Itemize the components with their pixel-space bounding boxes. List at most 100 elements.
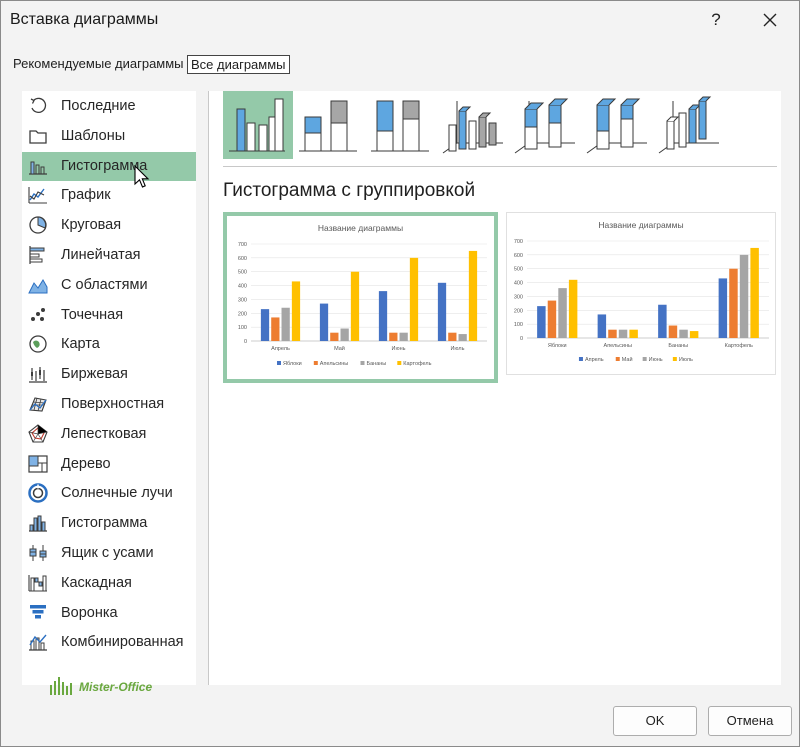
sidebar-item-waterfall-chart[interactable]: Каскадная xyxy=(22,569,196,598)
subtype-100-stacked-column[interactable] xyxy=(367,91,437,159)
subtype-3d-stacked-column[interactable] xyxy=(511,91,581,159)
bar xyxy=(291,281,301,341)
100-stacked-column-icon xyxy=(371,100,429,152)
sidebar-item-pie-chart[interactable]: Круговая xyxy=(22,211,196,240)
horizontal-divider xyxy=(223,166,777,167)
y-tick-label: 400 xyxy=(238,284,247,290)
subtype-stacked-column[interactable] xyxy=(295,91,365,159)
treemap-chart-icon xyxy=(28,454,48,473)
subtype-3d-100-stacked-column[interactable] xyxy=(583,91,653,159)
sidebar-item-box-whisker-chart[interactable]: Ящик с усами xyxy=(22,539,196,568)
sidebar-item-recent[interactable]: Последние xyxy=(22,92,196,121)
sidebar-item-label: Ящик с усами xyxy=(61,545,154,561)
x-tick-label: Бананы xyxy=(668,343,688,349)
bar xyxy=(718,278,728,338)
sidebar-item-sunburst-chart[interactable]: Солнечные лучи xyxy=(22,479,196,508)
x-tick-label: Июнь xyxy=(392,346,406,352)
sidebar-item-stock-chart[interactable]: Биржевая xyxy=(22,360,196,389)
y-tick-label: 0 xyxy=(244,339,247,345)
help-button[interactable]: ? xyxy=(701,5,731,35)
legend-swatch xyxy=(313,361,318,365)
sidebar-item-surface-chart[interactable]: Поверхностная xyxy=(22,390,196,419)
legend-swatch xyxy=(360,361,365,365)
sidebar-item-column-chart[interactable]: Гистограмма xyxy=(22,151,196,181)
subtype-3d-clustered-column[interactable] xyxy=(439,91,509,159)
chart-preview-2-svg: Название диаграммы 0 100 200 300 400 500 600 700… xyxy=(514,220,769,363)
bar xyxy=(679,329,688,338)
sidebar-item-label: Круговая xyxy=(61,217,122,234)
legend-label: Май xyxy=(622,356,633,363)
chart-title: Название диаграммы xyxy=(598,220,683,230)
y-tick-label: 600 xyxy=(514,253,523,259)
insert-chart-dialog: Вставка диаграммы ? Рекомендуемые диагра… xyxy=(0,0,800,747)
sidebar-item-label: Гистограмма xyxy=(61,515,148,532)
sidebar-item-combo-chart[interactable]: Комбинированная xyxy=(22,628,196,657)
radar-chart-icon xyxy=(28,424,48,443)
sidebar-item-scatter-chart[interactable]: Точечная xyxy=(22,301,196,330)
line-chart-icon xyxy=(28,187,47,204)
sidebar-item-histogram-chart[interactable]: Гистограмма xyxy=(22,509,196,538)
3d-column-icon xyxy=(658,96,719,154)
3d-100-stacked-column-icon xyxy=(586,98,647,154)
histogram-chart-icon xyxy=(29,515,47,532)
bar xyxy=(271,317,280,341)
close-icon[interactable] xyxy=(755,5,785,35)
bar xyxy=(389,332,398,341)
bar xyxy=(468,250,478,341)
waterfall-chart-icon xyxy=(28,574,47,592)
sidebar-item-map-chart[interactable]: Карта xyxy=(22,330,196,359)
y-tick-label: 0 xyxy=(520,336,523,342)
tab-recommended-charts[interactable]: Рекомендуемые диаграммы xyxy=(13,55,184,72)
legend-label: Бананы xyxy=(367,361,387,367)
ok-button[interactable]: OK xyxy=(613,706,697,736)
bar xyxy=(537,306,546,338)
sidebar-item-treemap-chart[interactable]: Дерево xyxy=(22,450,196,479)
x-tick-label: Апрель xyxy=(271,346,290,352)
bar xyxy=(618,329,628,338)
sidebar-item-templates[interactable]: Шаблоны xyxy=(22,122,196,151)
funnel-chart-icon xyxy=(30,604,46,619)
y-tick-label: 700 xyxy=(514,239,523,245)
bar xyxy=(350,271,360,341)
bar xyxy=(378,291,388,341)
clustered-column-icon xyxy=(229,98,285,152)
x-tick-label: Май xyxy=(334,345,345,352)
y-tick-label: 700 xyxy=(238,242,247,248)
sidebar-item-radar-chart[interactable]: Лепестковая xyxy=(22,420,196,449)
chart-subtype-strip xyxy=(223,91,719,161)
sidebar-item-funnel-chart[interactable]: Воронка xyxy=(22,599,196,628)
y-tick-label: 600 xyxy=(238,256,247,262)
legend-swatch xyxy=(578,357,583,361)
y-tick-label: 100 xyxy=(514,322,523,328)
sidebar-item-label: Точечная xyxy=(61,306,124,323)
scatter-chart-icon xyxy=(31,307,45,321)
sidebar-item-bar-chart[interactable]: Линейчатая xyxy=(22,241,196,270)
sidebar-item-label: График xyxy=(61,187,111,204)
bar xyxy=(568,279,578,338)
chart-preview-by-series[interactable]: Название диаграммы 0 100 200 300 400 500 600 700… xyxy=(506,212,776,375)
legend-label: Июнь xyxy=(649,357,663,363)
x-tick-label: Картофель xyxy=(725,343,753,349)
chart-preview-by-category[interactable]: Название диаграммы 0 100 200 300 400 500 600 700… xyxy=(223,212,498,383)
sunburst-chart-icon xyxy=(28,483,48,504)
combo-chart-icon xyxy=(29,634,47,651)
box-whisker-chart-icon xyxy=(29,545,47,561)
chart-subtype-title: Гистограмма с группировкой xyxy=(223,180,476,201)
sidebar-item-area-chart[interactable]: С областями xyxy=(22,271,196,300)
bar xyxy=(330,332,339,341)
sidebar-item-line-chart[interactable]: График xyxy=(22,181,196,210)
subtype-3d-column[interactable] xyxy=(655,91,725,159)
tab-all-charts[interactable]: Все диаграммы xyxy=(187,55,290,74)
subtype-clustered-column[interactable] xyxy=(223,91,293,159)
y-tick-label: 500 xyxy=(238,270,247,276)
cancel-button[interactable]: Отмена xyxy=(708,706,792,736)
legend-label: Яблоки xyxy=(283,361,302,367)
bar xyxy=(448,332,457,341)
mouse-cursor-icon xyxy=(134,165,150,188)
bar xyxy=(739,254,749,338)
pie-chart-icon xyxy=(29,216,47,234)
bar xyxy=(597,314,607,338)
sidebar-item-label: Поверхностная xyxy=(61,396,165,412)
sidebar-item-label: Карта xyxy=(61,336,100,353)
sidebar-item-label: С областями xyxy=(61,276,148,293)
